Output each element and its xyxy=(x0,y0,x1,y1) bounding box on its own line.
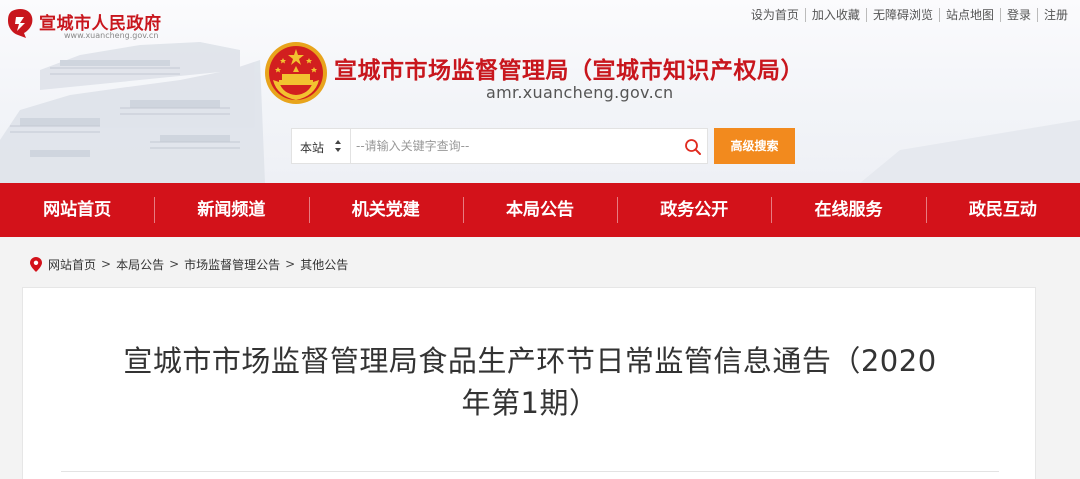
search-icon[interactable] xyxy=(684,138,702,156)
advanced-search-button[interactable]: 高级搜索 xyxy=(714,128,795,164)
article-card: 宣城市市场监督管理局食品生产环节日常监管信息通告（2020年第1期） xyxy=(22,287,1036,479)
bureau-title: 宣城市市场监督管理局（宣城市知识产权局） xyxy=(334,58,804,84)
breadcrumb-separator: > xyxy=(101,257,112,271)
breadcrumb-announcements[interactable]: 本局公告 xyxy=(116,256,164,273)
search-box: 本站 xyxy=(291,128,708,164)
sitemap-link[interactable]: 站点地图 xyxy=(938,8,1000,22)
nav-item-online-services[interactable]: 在线服务 xyxy=(771,183,925,237)
nav-item-news[interactable]: 新闻频道 xyxy=(154,183,308,237)
article-title: 宣城市市场监督管理局食品生产环节日常监管信息通告（2020年第1期） xyxy=(123,344,937,420)
nav-item-announcements[interactable]: 本局公告 xyxy=(462,183,617,237)
site-header: 宣城市人民政府 www.xuancheng.gov.cn 设为首页 加入收藏 无… xyxy=(0,0,1080,183)
breadcrumb-market-supervision[interactable]: 市场监督管理公告 xyxy=(184,256,280,273)
top-links: 设为首页 加入收藏 无障碍浏览 站点地图 登录 注册 xyxy=(745,8,1074,22)
nav-item-home[interactable]: 网站首页 xyxy=(0,183,154,237)
breadcrumb-other-announcements[interactable]: 其他公告 xyxy=(300,256,348,273)
register-link[interactable]: 注册 xyxy=(1036,8,1074,22)
bureau-domain: amr.xuancheng.gov.cn xyxy=(486,83,674,102)
portal-seal-icon xyxy=(8,9,33,38)
search-input[interactable] xyxy=(356,135,676,157)
search-scope-select[interactable]: 本站 xyxy=(292,129,351,163)
add-favorite-link[interactable]: 加入收藏 xyxy=(804,8,866,22)
set-homepage-link[interactable]: 设为首页 xyxy=(745,8,805,22)
portal-url: www.xuancheng.gov.cn xyxy=(64,31,159,40)
breadcrumb-separator: > xyxy=(169,257,180,271)
nav-item-government-affairs[interactable]: 政务公开 xyxy=(617,183,771,237)
breadcrumb: 网站首页 > 本局公告 > 市场监督管理公告 > 其他公告 xyxy=(30,256,348,272)
nav-item-party-building[interactable]: 机关党建 xyxy=(308,183,463,237)
main-nav: 网站首页 新闻频道 机关党建 本局公告 政务公开 在线服务 政民互动 xyxy=(0,183,1080,237)
nav-item-public-interaction[interactable]: 政民互动 xyxy=(925,183,1080,237)
breadcrumb-home[interactable]: 网站首页 xyxy=(48,256,96,273)
up-down-arrows-icon xyxy=(335,140,341,152)
login-link[interactable]: 登录 xyxy=(999,8,1037,22)
accessibility-link[interactable]: 无障碍浏览 xyxy=(865,8,939,22)
title-divider xyxy=(61,471,999,472)
national-emblem-icon xyxy=(265,42,327,104)
location-pin-icon xyxy=(30,256,42,272)
portal-logo[interactable]: 宣城市人民政府 www.xuancheng.gov.cn xyxy=(6,5,176,43)
breadcrumb-separator: > xyxy=(285,257,296,271)
search-scope-label: 本站 xyxy=(300,141,325,155)
